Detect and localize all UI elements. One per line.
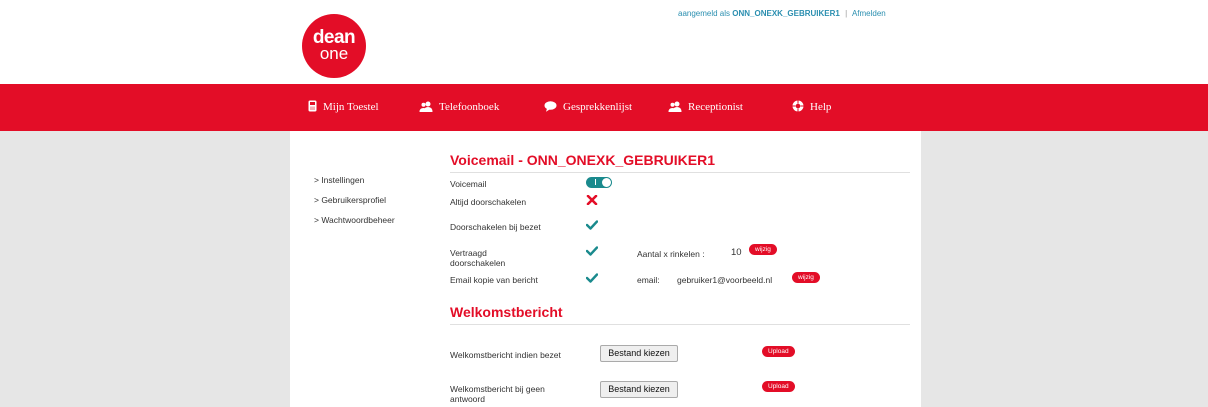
nav-label: Gesprekkenlijst [563, 101, 633, 113]
nav-help[interactable]: Help [792, 84, 831, 131]
bestand-kiezen-geen-antwoord-button[interactable]: Bestand kiezen [600, 381, 678, 398]
receptionist-icon [668, 101, 682, 112]
checkmark-icon[interactable] [586, 220, 598, 230]
doorschakelen-bij-bezet-label: Doorschakelen bij bezet [450, 222, 541, 232]
voicemail-divider [450, 172, 910, 173]
welkomstbericht-bezet-label: Welkomstbericht indien bezet [450, 350, 561, 360]
email-label: email: [637, 275, 660, 285]
checkmark-icon[interactable] [586, 246, 598, 256]
email-value: gebruiker1@voorbeeld.nl [677, 275, 773, 285]
nav-telefoonboek[interactable]: Telefoonboek [419, 84, 499, 131]
account-separator: | [845, 9, 848, 18]
sidebar-item-gebruikersprofiel[interactable]: > Gebruikersprofiel [314, 195, 386, 205]
content-panel: > Instellingen > Gebruikersprofiel > Wac… [290, 131, 921, 407]
users-icon [419, 101, 433, 112]
main-nav: Mijn Toestel Telefoonboek Gesprekkenlijs… [0, 84, 1208, 131]
cross-icon[interactable] [586, 195, 598, 205]
lifebuoy-icon [792, 100, 804, 112]
nav-label: Telefoonboek [439, 101, 500, 113]
checkmark-icon[interactable] [586, 273, 598, 283]
voicemail-toggle[interactable] [586, 177, 612, 188]
nav-mijn-toestel[interactable]: Mijn Toestel [308, 84, 379, 131]
ring-count-label: Aantal x rinkelen : [637, 249, 705, 259]
email-kopie-label: Email kopie van bericht [450, 275, 538, 285]
nav-gesprekkenlijst[interactable]: Gesprekkenlijst [544, 84, 632, 131]
phone-icon [308, 100, 317, 112]
sidebar-item-instellingen[interactable]: > Instellingen [314, 175, 364, 185]
wijzig-ring-count-button[interactable]: wijzig [749, 244, 777, 255]
nav-label: Receptionist [688, 101, 743, 113]
bestand-kiezen-bezet-button[interactable]: Bestand kiezen [600, 345, 678, 362]
voicemail-title: Voicemail - ONN_ONEXK_GEBRUIKER1 [450, 152, 716, 168]
wijzig-email-button[interactable]: wijzig [792, 272, 820, 283]
logo-text-one: one [319, 44, 349, 63]
upload-bezet-button[interactable]: Upload [762, 346, 795, 357]
account-info: aangemeld als ONN_ONEXK_GEBRUIKER1 | Afm… [678, 9, 886, 18]
altijd-doorschakelen-label: Altijd doorschakelen [450, 197, 527, 207]
chat-bubble-icon [544, 101, 557, 112]
username: ONN_ONEXK_GEBRUIKER1 [732, 9, 840, 18]
ring-count-value: 10 [731, 247, 742, 258]
welkomstbericht-title: Welkomstbericht [450, 304, 563, 320]
nav-label: Help [810, 101, 832, 113]
logged-in-as-label: aangemeld als [678, 9, 731, 18]
header: dean one aangemeld als ONN_ONEXK_GEBRUIK… [0, 0, 1208, 84]
nav-receptionist[interactable]: Receptionist [668, 84, 743, 131]
welkomstbericht-geen-antwoord-label: Welkomstbericht bij geen antwoord [450, 384, 545, 404]
voicemail-label: Voicemail [450, 179, 487, 189]
sidebar-item-wachtwoordbeheer[interactable]: > Wachtwoordbeheer [314, 215, 395, 225]
logout-link[interactable]: Afmelden [852, 9, 886, 18]
upload-geen-antwoord-button[interactable]: Upload [762, 381, 795, 392]
nav-label: Mijn Toestel [323, 101, 379, 113]
vertraagd-doorschakelen-label: Vertraagd doorschakelen [450, 248, 506, 268]
welkomstbericht-divider [450, 324, 910, 325]
dean-one-logo[interactable]: dean one [302, 14, 366, 78]
